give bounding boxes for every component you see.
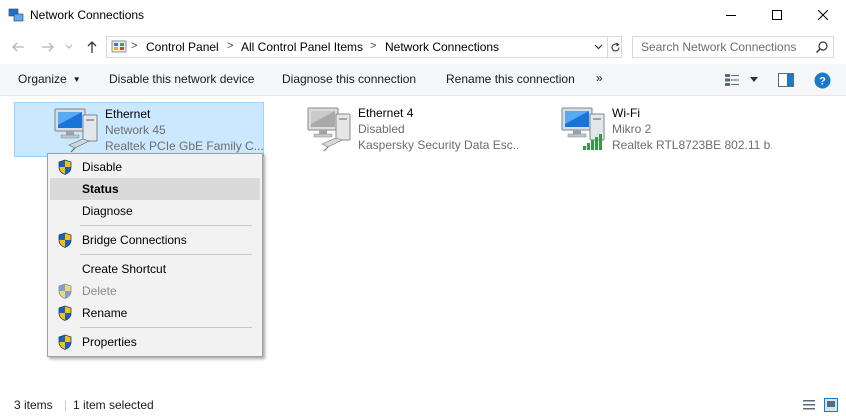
uac-shield-icon — [58, 232, 72, 248]
uac-shield-icon — [58, 305, 72, 321]
maximize-button[interactable] — [754, 0, 800, 30]
svg-text:?: ? — [819, 75, 826, 87]
network-connections-icon — [8, 8, 24, 22]
close-icon — [818, 10, 828, 20]
menu-item-disable[interactable]: Disable — [50, 156, 260, 178]
window-title: Network Connections — [30, 8, 145, 22]
minimize-button[interactable] — [708, 0, 754, 30]
breadcrumb-network-connections[interactable]: Network Connections — [385, 40, 499, 54]
preview-pane-icon — [778, 73, 794, 87]
navigation-bar: > Control Panel > All Control Panel Item… — [0, 33, 846, 61]
menu-item-label: Status — [82, 182, 119, 196]
up-arrow-icon — [87, 41, 97, 53]
address-history-button[interactable] — [591, 37, 605, 57]
maximize-icon — [772, 10, 782, 20]
breadcrumb-separator-icon: > — [131, 40, 138, 52]
menu-item-label: Disable — [82, 160, 123, 174]
close-button[interactable] — [800, 0, 846, 30]
menu-item-label: Create Shortcut — [82, 262, 167, 276]
chevron-down-icon — [594, 44, 602, 50]
diagnose-connection-button[interactable]: Diagnose this connection — [282, 72, 416, 86]
rename-connection-button[interactable]: Rename this connection — [446, 72, 575, 86]
connection-device: Realtek PCIe GbE Family C... — [105, 139, 264, 153]
recent-locations-button[interactable] — [62, 37, 76, 57]
change-view-button[interactable] — [724, 70, 758, 90]
large-icons-view-icon[interactable] — [824, 398, 838, 412]
search-input[interactable]: Search Network Connections — [641, 40, 796, 54]
wired-network-icon — [54, 108, 98, 153]
connection-item-ethernet[interactable]: Ethernet Network 45 Realtek PCIe GbE Fam… — [14, 102, 264, 157]
chevron-down-icon — [65, 44, 73, 49]
uac-shield-icon — [58, 159, 72, 175]
menu-item-bridge-connections[interactable]: Bridge Connections — [50, 229, 260, 251]
status-divider: | — [64, 398, 68, 412]
menu-item-rename[interactable]: Rename — [50, 302, 260, 324]
wifi-network-icon — [561, 107, 605, 150]
wired-network-disabled-icon — [307, 107, 351, 152]
menu-separator — [80, 327, 252, 328]
disable-device-button[interactable]: Disable this network device — [109, 72, 254, 86]
control-panel-icon — [111, 40, 127, 53]
view-options-icon — [725, 74, 739, 86]
chevron-down-icon — [750, 77, 758, 82]
menu-item-label: Delete — [82, 284, 117, 298]
connection-device: Kaspersky Security Data Esc... — [358, 138, 518, 152]
connection-status: Mikro 2 — [612, 122, 652, 136]
help-button[interactable]: ? — [814, 70, 831, 90]
connection-name: Ethernet 4 — [358, 106, 414, 120]
forward-arrow-icon — [42, 42, 54, 52]
menu-separator — [80, 225, 252, 226]
menu-item-label: Bridge Connections — [82, 233, 187, 247]
menu-item-create-shortcut[interactable]: Create Shortcut — [50, 258, 260, 280]
back-arrow-icon — [12, 42, 24, 52]
menu-separator — [80, 254, 252, 255]
connection-device: Realtek RTL8723BE 802.11 b... — [612, 138, 772, 152]
organize-button[interactable]: Organize ▼ — [18, 72, 81, 86]
connection-status: Disabled — [358, 122, 405, 136]
context-menu: Disable Status Diagnose Bridge Connectio… — [47, 153, 263, 357]
menu-item-properties[interactable]: Properties — [50, 331, 260, 353]
up-button[interactable] — [82, 37, 102, 57]
connection-status: Network 45 — [105, 123, 166, 137]
breadcrumb-control-panel[interactable]: Control Panel — [146, 40, 219, 54]
more-commands-button[interactable]: » — [596, 71, 603, 85]
connection-name: Wi-Fi — [612, 106, 640, 120]
menu-item-delete: Delete — [50, 280, 260, 302]
minimize-icon — [726, 15, 736, 16]
search-box[interactable]: Search Network Connections — [632, 36, 834, 58]
menu-item-diagnose[interactable]: Diagnose — [50, 200, 260, 222]
forward-button[interactable] — [38, 37, 58, 57]
status-bar: 3 items | 1 item selected — [0, 394, 846, 416]
uac-shield-icon — [58, 283, 72, 299]
address-bar[interactable]: > Control Panel > All Control Panel Item… — [106, 36, 622, 58]
breadcrumb-separator-icon: > — [227, 40, 234, 52]
breadcrumb-all-items[interactable]: All Control Panel Items — [241, 40, 363, 54]
help-icon: ? — [814, 72, 831, 88]
search-icon[interactable] — [815, 40, 829, 54]
command-bar: Organize ▼ Disable this network device Di… — [0, 64, 846, 96]
refresh-icon — [611, 42, 620, 51]
item-count: 3 items — [14, 398, 53, 412]
menu-item-label: Diagnose — [82, 204, 133, 218]
preview-pane-button[interactable] — [778, 70, 794, 90]
menu-item-label: Properties — [82, 335, 137, 349]
back-button[interactable] — [8, 37, 28, 57]
menu-item-status[interactable]: Status — [50, 178, 260, 200]
connection-name: Ethernet — [105, 107, 151, 121]
uac-shield-icon — [58, 334, 72, 350]
selection-count: 1 item selected — [73, 398, 154, 412]
connection-item-wifi[interactable]: Wi-Fi Mikro 2 Realtek RTL8723BE 802.11 b… — [522, 102, 772, 157]
chevron-down-icon: ▼ — [72, 75, 81, 84]
organize-label: Organize — [18, 72, 67, 86]
menu-item-label: Rename — [82, 306, 128, 320]
connection-item-ethernet-4[interactable]: Ethernet 4 Disabled Kaspersky Security D… — [268, 102, 518, 157]
breadcrumb-separator-icon: > — [370, 40, 377, 52]
title-bar: Network Connections — [0, 0, 846, 30]
refresh-button[interactable] — [607, 37, 621, 57]
details-view-icon[interactable] — [802, 398, 816, 412]
